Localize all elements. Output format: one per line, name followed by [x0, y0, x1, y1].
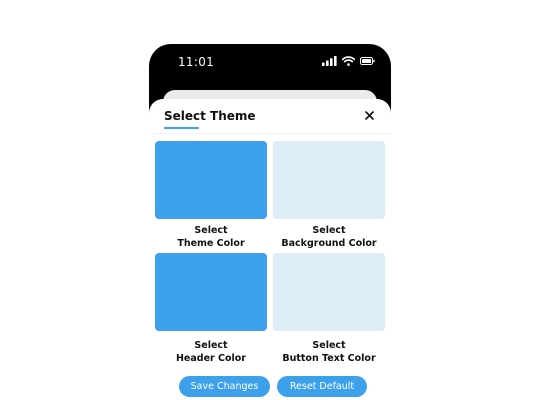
stage: 11:01 Select Theme Select Theme Color Se…	[0, 0, 540, 400]
header-color-label: Select Header Color	[155, 340, 267, 365]
header-color-swatch[interactable]	[155, 253, 267, 331]
theme-bottom-sheet: Select Theme Select Theme Color Select B…	[149, 99, 391, 400]
title-underline	[164, 127, 199, 129]
sheet-title: Select Theme	[164, 109, 256, 123]
header-color-label-line1: Select	[194, 340, 228, 351]
theme-color-label-line1: Select	[194, 225, 228, 236]
header-color-label-line2: Header Color	[175, 352, 246, 364]
status-bar: 11:01	[149, 44, 391, 80]
button-text-color-label: Select Button Text Color	[273, 340, 385, 365]
wifi-icon	[342, 56, 355, 66]
save-changes-button[interactable]: Save Changes	[179, 376, 270, 397]
battery-icon	[360, 57, 375, 65]
close-icon	[364, 107, 374, 125]
status-time: 11:01	[178, 55, 215, 69]
theme-color-swatch[interactable]	[155, 141, 267, 219]
background-color-swatch[interactable]	[273, 141, 385, 219]
sheet-header: Select Theme	[149, 99, 391, 133]
close-button[interactable]	[361, 108, 377, 124]
cellular-signal-icon	[322, 56, 337, 66]
background-color-label-line2: Background Color	[281, 237, 377, 249]
phone-frame: 11:01 Select Theme Select Theme Color Se…	[149, 44, 391, 400]
header-divider	[149, 133, 391, 134]
theme-color-label: Select Theme Color	[155, 225, 267, 250]
theme-color-label-line2: Theme Color	[177, 237, 245, 249]
status-icons	[322, 56, 375, 66]
button-text-color-swatch[interactable]	[273, 253, 385, 331]
background-color-label: Select Background Color	[273, 225, 385, 250]
button-text-color-label-line2: Button Text Color	[282, 352, 376, 364]
reset-default-button[interactable]: Reset Default	[277, 376, 367, 397]
background-color-label-line1: Select	[312, 225, 346, 236]
button-text-color-label-line1: Select	[312, 340, 346, 351]
